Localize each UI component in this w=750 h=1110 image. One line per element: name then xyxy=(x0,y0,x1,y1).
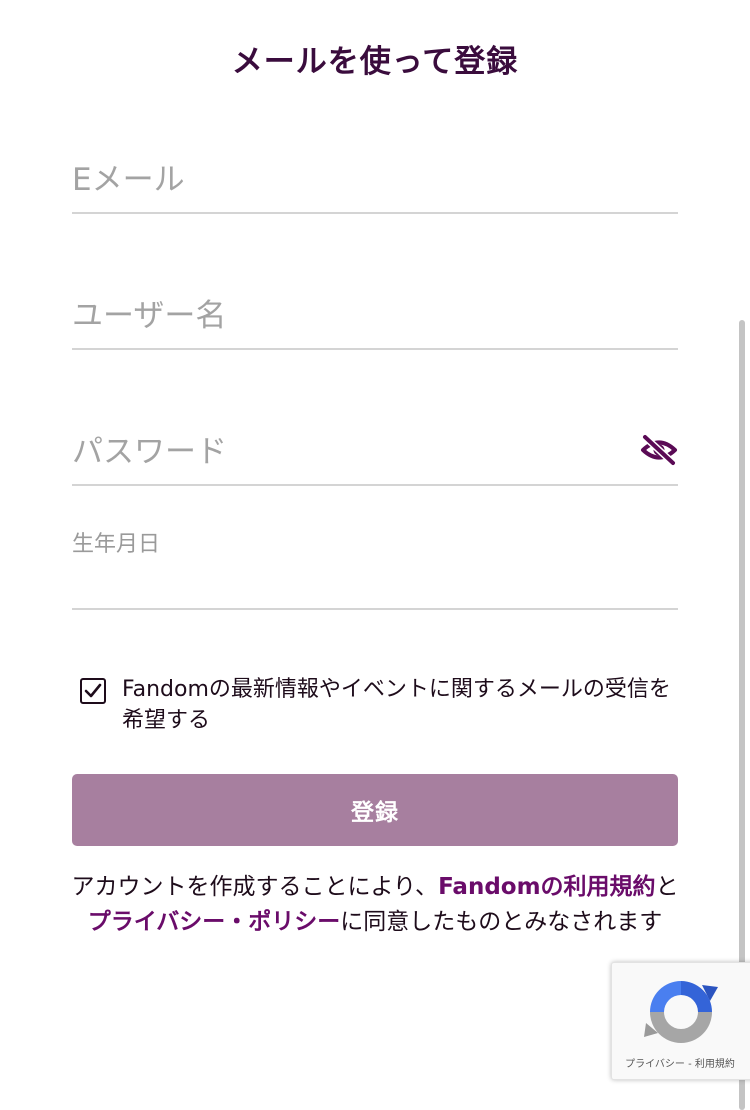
checkmark-icon xyxy=(84,683,102,698)
legal-suffix: に同意したものとみなされます xyxy=(340,909,663,935)
birthdate-label: 生年月日 xyxy=(72,532,161,557)
legal-prefix: アカウントを作成することにより、 xyxy=(71,874,439,900)
email-input[interactable] xyxy=(72,162,612,198)
email-field-container xyxy=(72,130,678,214)
privacy-policy-link[interactable]: プライバシー・ポリシー xyxy=(88,909,341,935)
recaptcha-separator: - xyxy=(684,1059,695,1070)
password-field-container xyxy=(72,400,678,486)
legal-conjunction: と xyxy=(655,874,679,900)
eye-slash-icon[interactable] xyxy=(640,432,678,467)
legal-notice: アカウントを作成することにより、Fandomの利用規約とプライバシー・ポリシーに… xyxy=(70,870,680,940)
recaptcha-links: プライバシー - 利用規約 xyxy=(612,1055,748,1070)
marketing-consent-checkbox[interactable] xyxy=(80,678,106,704)
password-input[interactable] xyxy=(72,434,612,470)
username-field-container xyxy=(72,266,678,350)
birthdate-field-container: 生年月日 xyxy=(72,520,678,610)
page-title: メールを使って登録 xyxy=(231,44,519,80)
recaptcha-badge[interactable]: プライバシー - 利用規約 xyxy=(611,962,750,1080)
username-input[interactable] xyxy=(72,298,612,334)
recaptcha-terms-link[interactable]: 利用規約 xyxy=(695,1059,735,1070)
recaptcha-logo-icon xyxy=(644,981,718,1043)
terms-of-use-link[interactable]: Fandomの利用規約 xyxy=(438,874,656,900)
register-button[interactable]: 登録 xyxy=(72,774,678,846)
birthdate-input[interactable] xyxy=(72,564,612,600)
recaptcha-privacy-link[interactable]: プライバシー xyxy=(625,1059,685,1070)
marketing-consent-label: Fandomの最新情報やイベントに関するメールの受信を希望する xyxy=(122,677,671,733)
